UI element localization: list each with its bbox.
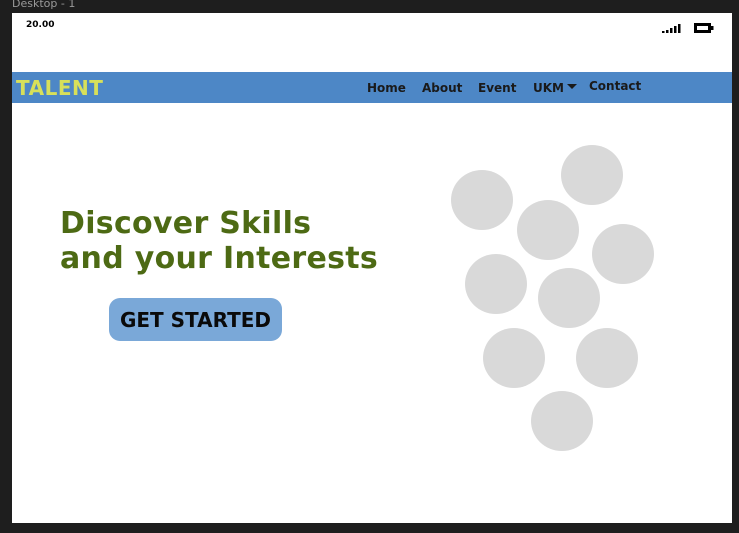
decorative-bubble (451, 170, 513, 230)
nav-contact[interactable]: Contact (589, 79, 641, 93)
battery-icon (694, 18, 714, 37)
frame-label: Desktop - 1 (12, 0, 76, 10)
decorative-bubble (538, 268, 600, 328)
get-started-button[interactable]: GET STARTED (109, 298, 282, 341)
signal-bars-icon (662, 18, 686, 37)
decorative-bubble (483, 328, 545, 388)
hero-title-line-2: and your Interests (60, 241, 379, 276)
nav-ukm-dropdown[interactable]: UKM (533, 81, 577, 95)
decorative-bubble (517, 200, 579, 260)
nav-home[interactable]: Home (367, 81, 406, 95)
hero-title-line-1: Discover Skills (60, 206, 312, 241)
decorative-bubble (561, 145, 623, 205)
top-navbar: TALENT Home About Event UKM Contact (12, 72, 732, 103)
nav-ukm-label: UKM (533, 81, 564, 95)
decorative-bubble (576, 328, 638, 388)
brand-logo[interactable]: TALENT (16, 77, 103, 99)
nav-event[interactable]: Event (478, 81, 516, 95)
nav-about[interactable]: About (422, 81, 462, 95)
decorative-bubble (592, 224, 654, 284)
desktop-frame: 20.00 TALENT Home About Event UKM Contac… (12, 13, 732, 523)
decorative-bubble (531, 391, 593, 451)
status-time: 20.00 (26, 20, 55, 30)
decorative-bubble (465, 254, 527, 314)
caret-down-icon (566, 84, 577, 89)
hero-title: Discover Skills and your Interests (60, 206, 378, 276)
